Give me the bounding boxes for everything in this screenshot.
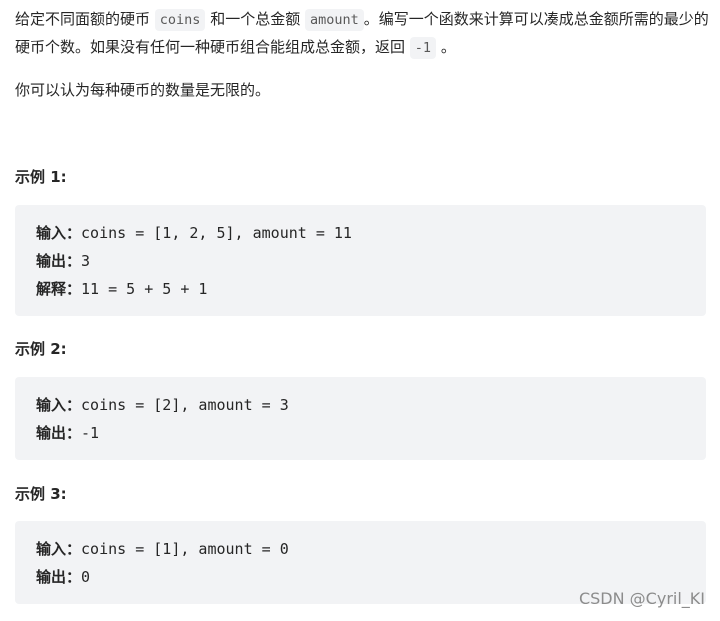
code-line: 输出：0 — [36, 568, 91, 586]
example-title: 示例 1: — [15, 168, 67, 186]
code-line: 解释：11 = 5 + 5 + 1 — [36, 280, 208, 298]
inline-code: -1 — [409, 37, 437, 59]
problem-description: 给定不同面额的硬币 coins 和一个总金额 amount 。编写一个函数来计算可… — [15, 6, 715, 62]
inline-code: amount — [304, 9, 364, 31]
code-line: 输出：3 — [36, 252, 91, 270]
code-line: 输入：coins = [1], amount = 0 — [36, 540, 289, 558]
code-line: 输出：-1 — [36, 424, 100, 442]
code-line: 输入：coins = [2], amount = 3 — [36, 396, 289, 414]
inline-code: coins — [154, 9, 206, 31]
example-title: 示例 3: — [15, 485, 67, 503]
example-code-block: 输入：coins = [1, 2, 5], amount = 11 输出：3 解… — [15, 205, 706, 316]
example-code-block: 输入：coins = [2], amount = 3 输出：-1 — [15, 377, 706, 460]
note: 你可以认为每种硬币的数量是无限的。 — [15, 81, 271, 99]
code-line: 输入：coins = [1, 2, 5], amount = 11 — [36, 224, 352, 242]
example-title: 示例 2: — [15, 340, 67, 358]
watermark: CSDN @Cyril_KI — [578, 589, 705, 608]
